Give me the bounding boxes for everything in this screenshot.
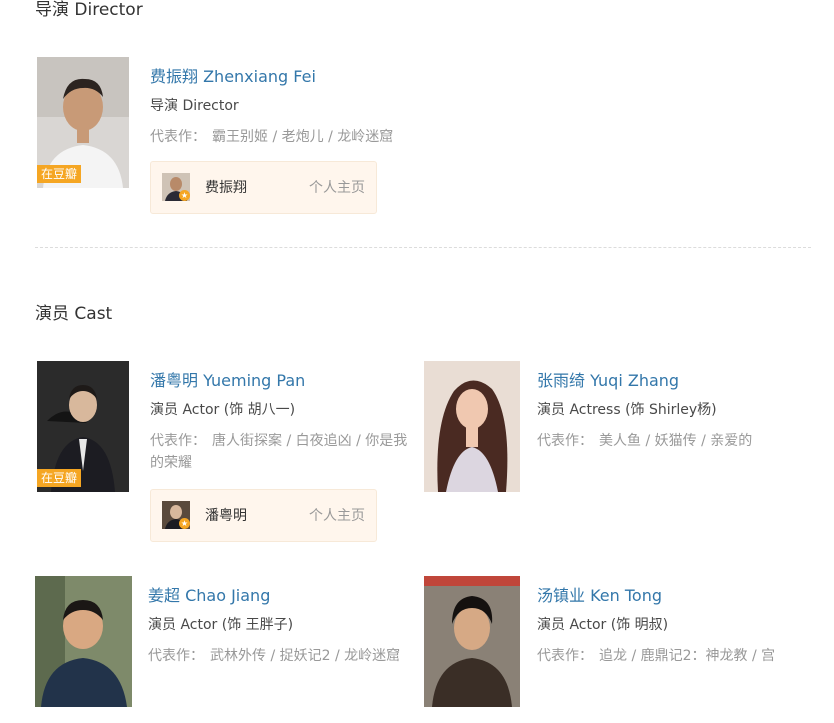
cast-info: 姜超 Chao Jiang 演员 Actor (饰 王胖子) 代表作： 武林外传 … xyxy=(148,583,423,667)
works-label: 代表作： xyxy=(537,433,593,449)
cast-photo[interactable] xyxy=(424,576,520,707)
cast-info: 潘粤明 Yueming Pan 演员 Actor (饰 胡八一) 代表作： 唐人街… xyxy=(150,368,420,474)
cast-photo[interactable]: 在豆瓣 xyxy=(37,361,129,492)
works-list: 武林外传 / 捉妖记2 / 龙岭迷窟 xyxy=(210,648,401,664)
works-list: 美人鱼 / 妖猫传 / 亲爱的 xyxy=(599,433,753,449)
person-role: 导演 Director xyxy=(150,98,239,114)
works-list: 霸王别姬 / 老炮儿 / 龙岭迷窟 xyxy=(212,129,394,145)
person-name-link[interactable]: 张雨绮 Yuqi Zhang xyxy=(537,368,802,394)
person-works: 代表作： 武林外传 / 捉妖记2 / 龙岭迷窟 xyxy=(148,645,423,667)
cast-photo[interactable] xyxy=(35,576,132,707)
cast-info: 汤镇业 Ken Tong 演员 Actor (饰 明叔) 代表作： 追龙 / 鹿鼎… xyxy=(537,583,802,667)
star-icon: ★ xyxy=(179,190,190,201)
person-name-link[interactable]: 潘粤明 Yueming Pan xyxy=(150,368,420,394)
homepage-avatar: ★ xyxy=(162,501,190,529)
cast-card: 张雨绮 Yuqi Zhang 演员 Actress (饰 Shirley杨) 代… xyxy=(424,361,804,496)
works-label: 代表作： xyxy=(150,433,206,449)
person-name-link[interactable]: 费振翔 Zhenxiang Fei xyxy=(150,64,393,90)
works-label: 代表作： xyxy=(537,648,593,664)
person-works: 代表作： 美人鱼 / 妖猫传 / 亲爱的 xyxy=(537,430,802,452)
homepage-card[interactable]: ★ 潘粤明 个人主页 xyxy=(150,489,377,542)
director-card: 在豆瓣 费振翔 Zhenxiang Fei 导演 Director 代表作： 霸王… xyxy=(37,57,427,217)
douban-badge[interactable]: 在豆瓣 xyxy=(37,469,82,487)
person-role: 演员 Actress (饰 Shirley杨) xyxy=(537,402,717,418)
cast-photo[interactable] xyxy=(424,361,520,492)
homepage-name: 费振翔 xyxy=(205,180,247,196)
person-name-link[interactable]: 汤镇业 Ken Tong xyxy=(537,583,802,609)
homepage-avatar: ★ xyxy=(162,173,190,201)
person-photo-icon xyxy=(424,361,520,492)
person-role: 演员 Actor (饰 胡八一) xyxy=(150,402,296,418)
person-photo-icon xyxy=(424,576,520,707)
star-icon: ★ xyxy=(179,518,190,529)
person-name-link[interactable]: 姜超 Chao Jiang xyxy=(148,583,423,609)
person-works: 代表作： 追龙 / 鹿鼎记2：神龙教 / 宫 xyxy=(537,645,802,667)
person-works: 代表作： 唐人街探案 / 白夜追凶 / 你是我的荣耀 xyxy=(150,430,420,474)
section-divider xyxy=(35,247,811,248)
director-section-title: 导演 Director xyxy=(35,0,143,20)
cast-card: 汤镇业 Ken Tong 演员 Actor (饰 明叔) 代表作： 追龙 / 鹿鼎… xyxy=(424,576,804,711)
works-label: 代表作： xyxy=(148,648,204,664)
homepage-link[interactable]: 个人主页 xyxy=(309,178,365,198)
person-photo-icon xyxy=(35,576,132,707)
cast-card: 在豆瓣 潘粤明 Yueming Pan 演员 Actor (饰 胡八一) 代表作… xyxy=(37,361,422,546)
works-label: 代表作： xyxy=(150,129,206,145)
person-role: 演员 Actor (饰 明叔) xyxy=(537,617,669,633)
person-role: 演员 Actor (饰 王胖子) xyxy=(148,617,294,633)
person-works: 代表作： 霸王别姬 / 老炮儿 / 龙岭迷窟 xyxy=(150,126,393,148)
douban-badge[interactable]: 在豆瓣 xyxy=(37,165,82,183)
works-list: 追龙 / 鹿鼎记2：神龙教 / 宫 xyxy=(599,648,776,664)
cast-card: 姜超 Chao Jiang 演员 Actor (饰 王胖子) 代表作： 武林外传 … xyxy=(35,576,425,711)
director-info: 费振翔 Zhenxiang Fei 导演 Director 代表作： 霸王别姬 /… xyxy=(150,64,393,148)
director-photo[interactable]: 在豆瓣 xyxy=(37,57,129,188)
cast-info: 张雨绮 Yuqi Zhang 演员 Actress (饰 Shirley杨) 代… xyxy=(537,368,802,452)
homepage-link[interactable]: 个人主页 xyxy=(309,506,365,526)
cast-section-title: 演员 Cast xyxy=(35,304,113,324)
homepage-name: 潘粤明 xyxy=(205,508,247,524)
homepage-card[interactable]: ★ 费振翔 个人主页 xyxy=(150,161,377,214)
